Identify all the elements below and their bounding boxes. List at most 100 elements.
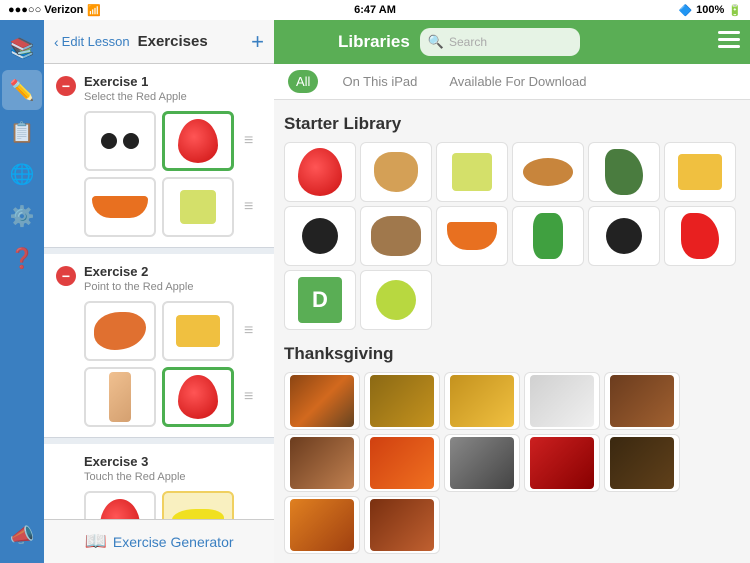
- library-item[interactable]: [284, 434, 360, 492]
- exercise-1-title: Exercise 1: [84, 74, 187, 89]
- exercise-generator-button[interactable]: 📖 Exercise Generator: [44, 519, 274, 563]
- library-item[interactable]: [360, 270, 432, 330]
- back-button[interactable]: ‹ Edit Lesson: [54, 34, 130, 50]
- add-exercise-button[interactable]: +: [251, 29, 264, 55]
- sidebar-icon-settings[interactable]: ⚙️: [2, 196, 42, 236]
- card-slot-selected[interactable]: [162, 367, 234, 427]
- hat-image: [610, 437, 674, 489]
- dot: [101, 133, 117, 149]
- filter-download-button[interactable]: Available For Download: [441, 70, 594, 93]
- library-item[interactable]: [436, 142, 508, 202]
- card-slot[interactable]: [162, 301, 234, 361]
- library-item[interactable]: [444, 372, 520, 430]
- generator-label: Exercise Generator: [113, 534, 234, 550]
- library-item[interactable]: D: [284, 270, 356, 330]
- library-item[interactable]: [588, 142, 660, 202]
- library-item[interactable]: [360, 142, 432, 202]
- exercise-2-row-2: ≡: [84, 367, 264, 427]
- card-slot[interactable]: [84, 177, 156, 237]
- dog-image: [371, 216, 421, 256]
- wifi-icon: 📶: [87, 4, 101, 17]
- library-item[interactable]: [444, 434, 520, 492]
- thanksgiving-grid: [284, 372, 740, 554]
- library-item[interactable]: [360, 206, 432, 266]
- card-slot[interactable]: [162, 177, 234, 237]
- apples-pile-image: [530, 437, 594, 489]
- carrots-image: [447, 222, 497, 250]
- shirt-image: [452, 153, 492, 191]
- exercise-2-cards: ≡ ≡: [56, 301, 264, 427]
- pie-image: [450, 375, 514, 427]
- cheese-image: [176, 315, 220, 347]
- library-item[interactable]: [284, 142, 356, 202]
- parrot-image: [533, 213, 563, 259]
- exercise-1-header: − Exercise 1 Select the Red Apple: [56, 74, 264, 103]
- library-item[interactable]: [588, 206, 660, 266]
- exercise-1-row-2: ≡: [84, 177, 264, 237]
- card-dots: [86, 113, 154, 169]
- battery-label: 100%: [696, 4, 724, 16]
- exercise-3-header: Exercise 3 Touch the Red Apple: [56, 454, 264, 483]
- library-item[interactable]: [284, 372, 360, 430]
- sidebar-icon-list[interactable]: 📋: [2, 112, 42, 152]
- library-item[interactable]: [604, 434, 680, 492]
- fall-scene-image: [370, 437, 434, 489]
- library-item[interactable]: [664, 142, 736, 202]
- list-view-icon: [718, 31, 740, 49]
- right-header: Libraries 🔍 Search: [274, 20, 750, 64]
- apple-image: [178, 375, 218, 419]
- library-item[interactable]: [364, 434, 440, 492]
- sidebar-icons: 📚 ✏️ 📋 🌐 ⚙️ ❓ 📣: [0, 20, 44, 563]
- search-box[interactable]: 🔍 Search: [420, 28, 580, 56]
- list-view-button[interactable]: [718, 31, 740, 54]
- sidebar-icon-book[interactable]: 📚: [2, 28, 42, 68]
- exercises-list: − Exercise 1 Select the Red Apple: [44, 64, 274, 563]
- card-slot[interactable]: [84, 111, 156, 171]
- battery-icon: 🔋: [728, 4, 742, 17]
- library-item[interactable]: [604, 372, 680, 430]
- exercise-2-row-1: ≡: [84, 301, 264, 361]
- library-item[interactable]: [284, 206, 356, 266]
- exercise-1-delete-button[interactable]: −: [56, 76, 76, 96]
- library-item[interactable]: [512, 206, 584, 266]
- exercise-2-subtitle: Point to the Red Apple: [84, 281, 193, 293]
- library-item[interactable]: [524, 434, 600, 492]
- library-item[interactable]: [664, 206, 736, 266]
- app-container: 📚 ✏️ 📋 🌐 ⚙️ ❓ 📣 ‹ Edit Lesson Exercises …: [0, 20, 750, 563]
- card-slot[interactable]: [84, 367, 156, 427]
- library-item[interactable]: [364, 496, 440, 554]
- exercise-2-title: Exercise 2: [84, 264, 193, 279]
- orange-scene-image: [290, 499, 354, 551]
- library-item[interactable]: [512, 142, 584, 202]
- sidebar-icon-edit[interactable]: ✏️: [2, 70, 42, 110]
- sidebar-icon-globe[interactable]: 🌐: [2, 154, 42, 194]
- starter-library-title: Starter Library: [284, 114, 740, 134]
- card-slot-selected[interactable]: [162, 111, 234, 171]
- block-d-image: D: [298, 277, 342, 323]
- library-item[interactable]: [284, 496, 360, 554]
- pilgrim-image: [450, 437, 514, 489]
- card-slot[interactable]: [84, 301, 156, 361]
- library-item[interactable]: [436, 206, 508, 266]
- filter-all-button[interactable]: All: [288, 70, 318, 93]
- library-item[interactable]: [524, 372, 600, 430]
- starter-library-section: Starter Library: [284, 114, 740, 330]
- exercise-3-subtitle: Touch the Red Apple: [84, 471, 186, 483]
- lime-image: [376, 280, 416, 320]
- exercise-item-1: − Exercise 1 Select the Red Apple: [44, 64, 274, 248]
- drag-handle-icon: ≡: [244, 132, 253, 150]
- library-content: Starter Library: [274, 100, 750, 563]
- right-panel: Libraries 🔍 Search All On This iPad Avai…: [274, 20, 750, 563]
- bread-image: [370, 375, 434, 427]
- red-pepper-image: [681, 213, 719, 259]
- exercise-2-delete-button[interactable]: −: [56, 266, 76, 286]
- turkey-brown-image: [290, 437, 354, 489]
- sidebar-icon-help[interactable]: ❓: [2, 238, 42, 278]
- carrots-image: [92, 196, 148, 218]
- sidebar-icon-megaphone[interactable]: 📣: [2, 515, 42, 555]
- filter-on-ipad-button[interactable]: On This iPad: [334, 70, 425, 93]
- left-panel: ‹ Edit Lesson Exercises + − Exercise 1 S…: [44, 20, 274, 563]
- library-item[interactable]: [364, 372, 440, 430]
- feast-image: [290, 375, 354, 427]
- fish-image: [94, 312, 146, 350]
